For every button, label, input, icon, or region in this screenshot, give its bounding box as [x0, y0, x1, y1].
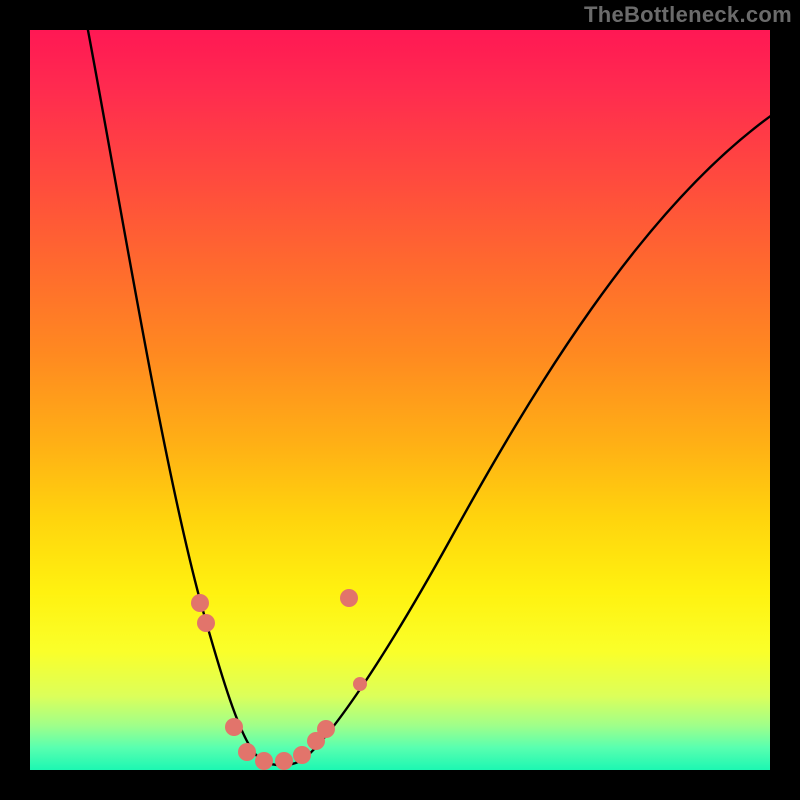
data-marker — [353, 677, 367, 691]
data-marker — [225, 718, 243, 736]
bottleneck-curve — [87, 30, 770, 765]
data-marker — [317, 720, 335, 738]
watermark-text: TheBottleneck.com — [584, 2, 792, 28]
data-marker — [191, 594, 209, 612]
data-marker — [197, 614, 215, 632]
data-marker — [255, 752, 273, 770]
chart-svg — [30, 30, 770, 770]
data-markers — [191, 589, 367, 770]
data-marker — [275, 752, 293, 770]
data-marker — [340, 589, 358, 607]
data-marker — [293, 746, 311, 764]
data-marker — [238, 743, 256, 761]
plot-area — [30, 30, 770, 770]
